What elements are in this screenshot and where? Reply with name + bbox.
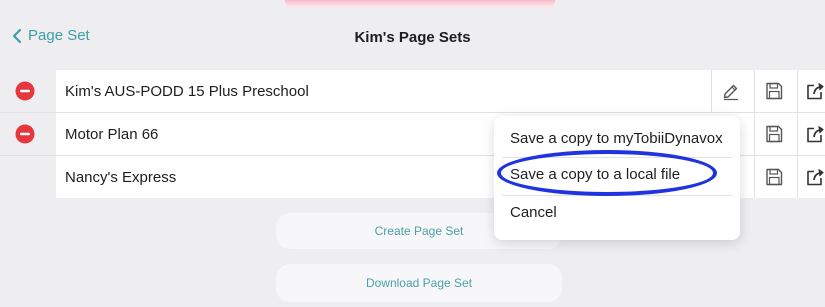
share-export-icon[interactable]	[805, 167, 825, 187]
list-item[interactable]: Kim's AUS-PODD 15 Plus Preschool	[0, 70, 825, 113]
save-floppy-icon[interactable]	[764, 81, 784, 101]
cancel-option[interactable]: Cancel	[510, 204, 557, 221]
divider	[754, 113, 755, 155]
page-set-name: Nancy's Express	[65, 169, 177, 186]
minus-circle-icon[interactable]	[15, 124, 35, 144]
download-page-set-button[interactable]: Download Page Set	[276, 264, 562, 302]
minus-circle-icon[interactable]	[15, 81, 35, 101]
save-floppy-icon[interactable]	[764, 167, 784, 187]
pencil-icon[interactable]	[721, 81, 741, 101]
divider	[797, 70, 798, 112]
save-floppy-icon[interactable]	[764, 124, 784, 144]
divider	[754, 156, 755, 198]
share-export-icon[interactable]	[805, 81, 825, 101]
share-export-icon[interactable]	[805, 124, 825, 144]
navigation-bar: Page Set Kim's Page Sets	[0, 22, 825, 56]
divider	[797, 156, 798, 198]
highlight-annotation-ring	[497, 150, 717, 196]
top-decoration-bar	[285, 0, 555, 10]
save-to-mytobiidynavox-option[interactable]: Save a copy to myTobiiDynavox	[510, 130, 723, 147]
divider	[754, 70, 755, 112]
page-set-name: Motor Plan 66	[65, 126, 159, 143]
divider	[797, 113, 798, 155]
page-title: Kim's Page Sets	[354, 29, 471, 46]
divider	[711, 70, 712, 112]
page-set-name: Kim's AUS-PODD 15 Plus Preschool	[65, 83, 309, 100]
